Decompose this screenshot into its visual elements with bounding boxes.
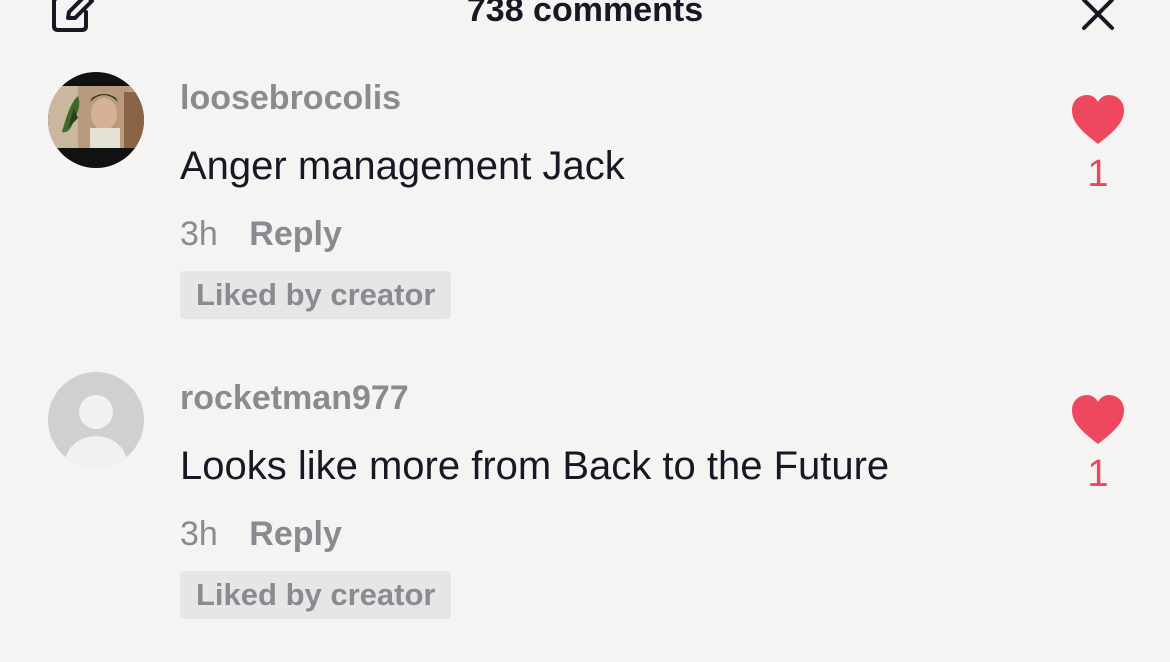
- comment-item: loosebrocolis Anger management Jack 3h R…: [0, 72, 1170, 362]
- user-photo-icon: [48, 72, 144, 168]
- reply-button[interactable]: Reply: [249, 514, 342, 554]
- comment-text: Looks like more from Back to the Future: [180, 444, 890, 488]
- close-icon[interactable]: [1080, 0, 1116, 32]
- comment-meta: 3h Reply: [180, 514, 342, 554]
- like-button[interactable]: 1: [1066, 94, 1130, 204]
- comment-text: Anger management Jack: [180, 144, 625, 188]
- comment-time: 3h: [180, 215, 218, 253]
- avatar[interactable]: [48, 72, 144, 168]
- comment-time: 3h: [180, 515, 218, 553]
- heart-icon[interactable]: [1070, 394, 1126, 446]
- comment-item: rocketman977 Looks like more from Back t…: [0, 372, 1170, 662]
- reply-button[interactable]: Reply: [249, 214, 342, 254]
- comment-meta: 3h Reply: [180, 214, 342, 254]
- default-avatar-icon: [48, 372, 144, 468]
- liked-by-creator-badge: Liked by creator: [180, 271, 452, 319]
- like-button[interactable]: 1: [1066, 394, 1130, 504]
- comment-username[interactable]: loosebrocolis: [180, 78, 401, 118]
- liked-by-creator-badge: Liked by creator: [180, 571, 452, 619]
- heart-icon[interactable]: [1070, 94, 1126, 146]
- comments-header: 738 comments: [0, 0, 1170, 40]
- avatar[interactable]: [48, 372, 144, 468]
- comments-title: 738 comments: [466, 0, 704, 29]
- like-count: 1: [1087, 453, 1109, 495]
- like-count: 1: [1087, 153, 1109, 195]
- comment-username[interactable]: rocketman977: [180, 378, 409, 418]
